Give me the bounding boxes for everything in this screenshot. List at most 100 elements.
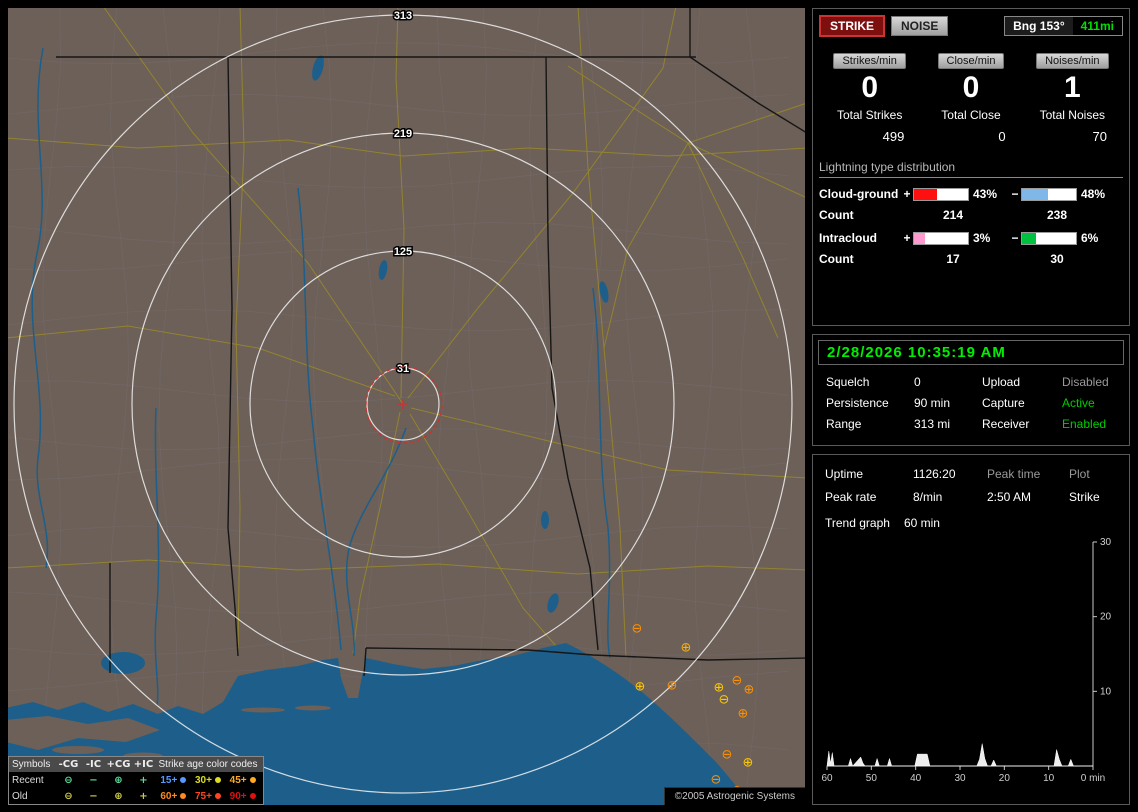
upload-label: Upload [982, 375, 1021, 389]
age-code: 45+ [230, 775, 256, 786]
trend-series [826, 743, 1093, 767]
strike-button[interactable]: STRIKE [819, 15, 886, 37]
strike-plus-icon: ⊕ [743, 756, 754, 771]
bearing-label: Bng 153° [1005, 17, 1073, 35]
minus-icon: − [89, 774, 98, 786]
persistence-label: Persistence [826, 396, 889, 410]
legend-col-cg-neg: -CG [58, 759, 79, 770]
svg-text:30: 30 [1100, 538, 1112, 548]
age-code: 30+ [195, 775, 221, 786]
stats-box: STRIKE NOISE Bng 153° 411mi Strikes/min … [812, 8, 1130, 326]
total-strikes: Total Strikes 499 [819, 108, 920, 144]
strike-plus-icon: ⊕ [667, 679, 678, 694]
age-dot-icon [214, 777, 221, 783]
legend-row-recent: Recent ⊖ − ⊕ + 15+ 30+ 45+ [9, 772, 263, 788]
total-close: Total Close 0 [920, 108, 1021, 144]
strikes-per-min-chip[interactable]: Strikes/min [833, 53, 906, 69]
circle-minus-icon: ⊖ [64, 790, 73, 802]
ic-negative-bar [1021, 231, 1077, 245]
indicator-row: STRIKE NOISE Bng 153° 411mi [819, 15, 1123, 37]
capture-label: Capture [982, 396, 1025, 410]
peakrate-value: 8/min [913, 490, 943, 504]
minus-sign: − [1011, 231, 1019, 245]
ic-positive-count: 17 [946, 252, 960, 266]
ic-negative-count: 30 [1050, 252, 1064, 266]
upload-status: Disabled [1062, 375, 1109, 389]
svg-text:40: 40 [910, 773, 922, 784]
noises-per-min: Noises/min 1 [1022, 51, 1123, 104]
strikes-per-min-value: 0 [861, 71, 878, 104]
close-per-min-chip[interactable]: Close/min [937, 53, 1005, 69]
range-ring-label: 219 [394, 128, 412, 140]
peaktime-value: 2:50 AM [987, 490, 1032, 504]
trend-graph-row: Trend graph 60 min [819, 504, 1123, 530]
cg-positive-pct: 43% [973, 187, 998, 201]
distribution-title: Lightning type distribution [819, 160, 1123, 178]
intracloud-row: Intracloud + 3% − 6% [819, 231, 1123, 245]
circle-minus-icon: ⊖ [64, 774, 73, 786]
receiver-status: Enabled [1062, 417, 1107, 431]
squelch-label: Squelch [826, 375, 870, 389]
svg-text:20: 20 [999, 773, 1011, 784]
cg-positive-bar [913, 187, 969, 201]
ic-negative-pct: 6% [1081, 231, 1099, 245]
lightning-map[interactable]: 31321912531 ⊖⊕⊕⊕⊕⊖⊕⊖⊕⊖⊕⊖⊕ Symbols -CG -I… [8, 8, 805, 805]
strike-minus-icon: ⊖ [732, 674, 743, 689]
minus-sign: − [1011, 187, 1019, 201]
strike-minus-icon: ⊖ [711, 773, 722, 788]
range-ring-label: 313 [394, 10, 412, 22]
legend: Symbols -CG -IC +CG +IC Strike age color… [8, 756, 264, 805]
total-noises-value: 70 [1092, 129, 1107, 144]
receiver-label: Receiver [982, 417, 1030, 431]
right-panel: STRIKE NOISE Bng 153° 411mi Strikes/min … [812, 8, 1130, 805]
total-strikes-value: 499 [882, 129, 905, 144]
legend-col-ic-pos: +IC [133, 759, 154, 770]
svg-text:60: 60 [821, 773, 833, 784]
svg-text:50: 50 [866, 773, 878, 784]
cg-negative-bar [1021, 187, 1077, 201]
range-ring-label: 31 [397, 363, 409, 375]
circle-plus-icon: ⊕ [114, 774, 123, 786]
lightning-distribution: Lightning type distribution Cloud-ground… [819, 160, 1123, 266]
strikes-per-min: Strikes/min 0 [819, 51, 920, 104]
range-label: Range [826, 417, 862, 431]
cg-positive-count: 214 [942, 208, 964, 222]
cg-negative-pct: 48% [1081, 187, 1106, 201]
total-close-value: 0 [998, 129, 1006, 144]
noise-button[interactable]: NOISE [891, 16, 949, 36]
age-code: 75+ [195, 791, 221, 802]
uptime-label: Uptime [825, 467, 864, 481]
total-noises: Total Noises 70 [1022, 108, 1123, 144]
range-value: 313 mi [914, 417, 951, 431]
legend-col-ic-neg: -IC [85, 759, 102, 770]
plus-icon: + [139, 774, 148, 786]
svg-text:20: 20 [1100, 612, 1112, 623]
range-ring-label: 125 [394, 246, 412, 258]
legend-age-title: Strike age color codes [158, 759, 258, 770]
legend-symbols-label: Symbols [12, 759, 51, 770]
age-code: 60+ [160, 791, 187, 802]
capture-status: Active [1062, 396, 1095, 410]
ic-positive-bar [913, 231, 969, 245]
plot-label: Plot [1069, 467, 1090, 481]
cg-negative-count: 238 [1046, 208, 1068, 222]
strike-minus-icon: ⊖ [719, 693, 730, 708]
plus-sign: + [903, 187, 911, 201]
info-grid: Uptime 1126:20 Peak time Plot Peak rate … [819, 461, 1123, 504]
map-canvas[interactable]: 31321912531 ⊖⊕⊕⊕⊕⊖⊕⊖⊕⊖⊕⊖⊕ [8, 8, 805, 805]
age-code: 15+ [160, 775, 187, 786]
ic-positive-pct: 3% [973, 231, 991, 245]
noises-per-min-chip[interactable]: Noises/min [1036, 53, 1109, 69]
trend-graph-window: 60 min [903, 516, 940, 530]
close-per-min: Close/min 0 [920, 51, 1021, 104]
rate-row: Strikes/min 0 Close/min 0 Noises/min 1 [819, 51, 1123, 104]
datetime-display: 2/28/2026 10:35:19 AM [818, 340, 1124, 365]
peaktime-label: Peak time [987, 467, 1041, 481]
svg-text:30: 30 [954, 773, 966, 784]
noises-per-min-value: 1 [1063, 71, 1081, 104]
persistence-value: 90 min [914, 396, 951, 410]
app-window: { "map": { "rings": [ {"label": "313", "… [0, 0, 1138, 812]
plot-value: Strike [1069, 490, 1100, 504]
cloud-ground-count-row: Count 214 238 [819, 208, 1123, 222]
svg-text:0 min: 0 min [1081, 773, 1105, 784]
